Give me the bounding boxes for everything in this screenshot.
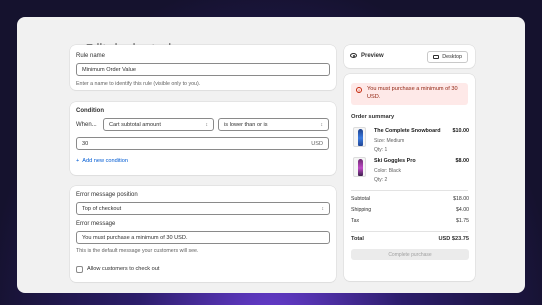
plus-icon: + <box>76 158 80 164</box>
field-select[interactable]: Cart subtotal amount ↕ <box>103 118 214 131</box>
item-qty: Qty: 2 <box>374 177 388 183</box>
amount-suffix: USD <box>311 140 323 147</box>
shipping-value: $4.00 <box>456 207 469 213</box>
chevron-updown-icon: ↕ <box>320 121 324 128</box>
item-name: Ski Goggles Pro <box>374 158 416 164</box>
eye-icon <box>350 53 357 58</box>
item-price: $8.00 <box>455 158 470 164</box>
rule-name-value: Minimum Order Value <box>82 66 136 73</box>
error-position-select[interactable]: Top of checkout ↕ <box>76 202 330 215</box>
error-banner-text: You must purchase a minimum of 30 USD. <box>367 86 458 100</box>
total-value: USD $23.75 <box>438 236 469 242</box>
rule-name-card: Rule name Minimum Order Value Enter a na… <box>70 45 336 90</box>
goggles-thumbnail <box>353 157 366 177</box>
rule-name-input[interactable]: Minimum Order Value <box>76 63 330 76</box>
operator-select-value: is lower than or is <box>224 121 268 128</box>
subtotal-value: $18.00 <box>453 196 469 202</box>
chevron-updown-icon: ↕ <box>205 121 209 128</box>
add-condition-label: Add new condition <box>82 158 128 164</box>
item-meta: Size: Medium <box>374 138 405 144</box>
error-message-card: Error message position Top of checkout ↕… <box>70 186 336 282</box>
item-price: $10.00 <box>452 128 470 134</box>
tax-value: $1.75 <box>456 218 469 224</box>
error-message-value: You must purchase a minimum of 30 USD. <box>82 234 188 241</box>
preview-header-card: Preview Desktop <box>344 45 475 68</box>
condition-heading: Condition <box>76 108 104 114</box>
subtotal-label: Subtotal <box>351 196 371 202</box>
desktop-button-label: Desktop <box>442 54 462 60</box>
item-meta: Color: Black <box>374 168 401 174</box>
rule-name-hint: Enter a name to identify this rule (visi… <box>76 81 201 87</box>
error-position-value: Top of checkout <box>82 205 122 212</box>
allow-checkout-checkbox[interactable] <box>76 266 83 273</box>
error-message-label: Error message <box>76 221 116 227</box>
shipping-label: Shipping <box>351 207 372 213</box>
complete-purchase-button[interactable]: Complete purchase <box>351 249 469 260</box>
snowboard-thumbnail <box>353 127 366 147</box>
item-name: The Complete Snowboard <box>374 128 441 134</box>
error-banner: ! You must purchase a minimum of 30 USD. <box>351 83 468 105</box>
condition-card: Condition When... Cart subtotal amount ↕… <box>70 102 336 175</box>
preview-label: Preview <box>361 53 384 59</box>
divider <box>351 231 468 232</box>
order-summary-title: Order summary <box>351 114 395 120</box>
total-label: Total <box>351 236 364 242</box>
app-window: ← Edit checkout rule Rule name Minimum O… <box>17 17 525 293</box>
tax-label: Tax <box>351 218 360 224</box>
item-qty: Qty: 1 <box>374 147 388 153</box>
add-condition-link[interactable]: + Add new condition <box>76 158 128 164</box>
complete-purchase-label: Complete purchase <box>388 251 432 258</box>
rule-name-label: Rule name <box>76 53 106 59</box>
when-label: When... <box>76 122 97 128</box>
field-select-value: Cart subtotal amount <box>109 121 161 128</box>
monitor-icon <box>433 55 440 59</box>
error-position-label: Error message position <box>76 192 138 198</box>
chevron-updown-icon: ↕ <box>321 205 325 212</box>
error-message-hint: This is the default message your custome… <box>76 248 199 254</box>
desktop-toggle-button[interactable]: Desktop <box>427 51 468 63</box>
divider <box>351 190 468 191</box>
alert-circle-icon: ! <box>356 87 362 93</box>
error-message-input[interactable]: You must purchase a minimum of 30 USD. <box>76 231 330 244</box>
checkout-preview-card: ! You must purchase a minimum of 30 USD.… <box>344 74 475 281</box>
allow-checkout-label: Allow customers to check out <box>87 266 160 272</box>
operator-select[interactable]: is lower than or is ↕ <box>218 118 329 131</box>
amount-value: 30 <box>82 140 89 147</box>
amount-input[interactable]: 30 USD <box>76 137 329 150</box>
